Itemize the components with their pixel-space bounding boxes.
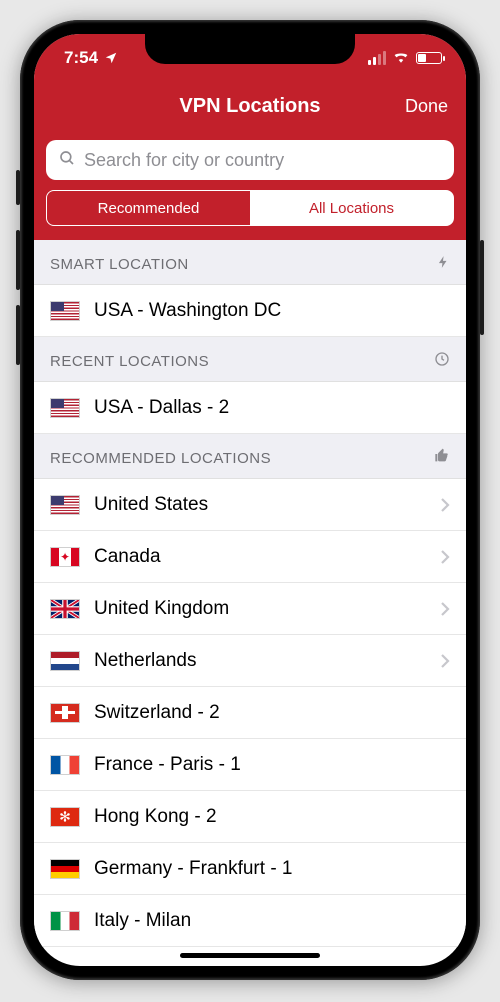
flag-icon-de [50,859,80,879]
nav-bar: VPN Locations Done [34,82,466,130]
location-label: United Kingdom [94,598,426,620]
recommended-location-row[interactable]: Germany - Frankfurt - 1 [34,843,466,895]
location-label: Switzerland - 2 [94,702,450,724]
section-header-smart: SMART LOCATION [34,240,466,285]
location-services-icon [104,48,118,68]
page-title: VPN Locations [179,95,320,118]
section-title: RECENT LOCATIONS [50,353,209,370]
done-button[interactable]: Done [405,96,448,117]
flag-icon-nl [50,651,80,671]
search-input[interactable] [84,150,442,171]
battery-icon [416,52,442,64]
location-label: Canada [94,546,426,568]
chevron-right-icon [440,549,450,565]
location-label: United States [94,494,426,516]
wifi-icon [392,48,410,68]
status-time: 7:54 [64,48,98,68]
tab-recommended[interactable]: Recommended [47,191,250,225]
section-header-recommended: RECOMMENDED LOCATIONS [34,434,466,479]
location-label: Netherlands [94,650,426,672]
recommended-location-row[interactable]: United Kingdom [34,583,466,635]
flag-icon-us [50,301,80,321]
chevron-right-icon [440,497,450,513]
recommended-location-row[interactable]: Switzerland - 2 [34,687,466,739]
location-label: USA - Washington DC [94,300,450,322]
flag-icon-us [50,495,80,515]
recommended-location-row[interactable]: Italy - Milan [34,895,466,947]
clock-icon [434,351,450,371]
flag-icon-it [50,911,80,931]
recommended-location-row[interactable]: ✦ Canada [34,531,466,583]
flag-icon-hk: ✻ [50,807,80,827]
recommended-location-row[interactable]: Netherlands [34,635,466,687]
home-indicator[interactable] [180,953,320,958]
location-label: USA - Dallas - 2 [94,397,450,419]
section-title: SMART LOCATION [50,256,189,273]
chevron-right-icon [440,653,450,669]
location-label: Italy - Milan [94,910,450,932]
flag-icon-fr [50,755,80,775]
location-label: Hong Kong - 2 [94,806,450,828]
section-header-recent: RECENT LOCATIONS [34,337,466,382]
chevron-right-icon [440,601,450,617]
location-label: Germany - Frankfurt - 1 [94,858,450,880]
segmented-control: Recommended All Locations [46,190,454,226]
search-icon [58,149,76,172]
search-field[interactable] [46,140,454,180]
recent-location-row[interactable]: USA - Dallas - 2 [34,382,466,434]
flag-icon-ch [50,703,80,723]
smart-location-row[interactable]: USA - Washington DC [34,285,466,337]
recommended-location-row[interactable]: ✻ Hong Kong - 2 [34,791,466,843]
flag-icon-uk [50,599,80,619]
tab-all-locations[interactable]: All Locations [250,191,453,225]
recommended-location-row[interactable]: United States [34,479,466,531]
thumbs-up-icon [434,448,450,468]
cellular-signal-icon [368,51,386,65]
lightning-icon [436,254,450,274]
location-label: France - Paris - 1 [94,754,450,776]
section-title: RECOMMENDED LOCATIONS [50,450,271,467]
flag-icon-us [50,398,80,418]
recommended-location-row[interactable]: France - Paris - 1 [34,739,466,791]
flag-icon-ca: ✦ [50,547,80,567]
